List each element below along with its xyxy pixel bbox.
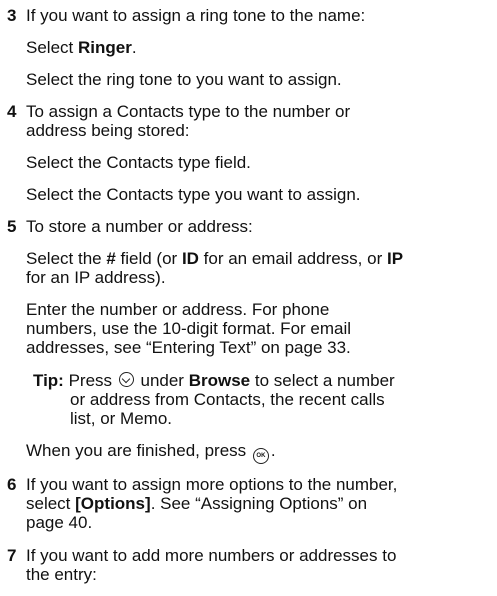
- instruction-line: for an IP address).: [26, 268, 166, 287]
- instruction-line: Select the Contacts type field.: [26, 153, 251, 172]
- step-number: 6: [7, 475, 17, 494]
- step-number: 3: [7, 6, 17, 25]
- tip-line: or address from Contacts, the recent cal…: [70, 390, 385, 409]
- step-text: To store a number or address:: [26, 217, 253, 236]
- instruction-line: addresses, see “Entering Text” on page 3…: [26, 338, 351, 357]
- left-softkey-icon: [118, 372, 134, 387]
- step-text: the entry:: [26, 565, 97, 584]
- instruction-line: Select the # field (or ID for an email a…: [26, 249, 404, 268]
- instruction-line: Select the Contacts type you want to ass…: [26, 185, 361, 204]
- tip-line: list, or Memo.: [70, 409, 173, 428]
- step-number: 4: [7, 102, 17, 121]
- instruction-line: Select Ringer.: [26, 38, 137, 57]
- instruction-line: Select the ring tone to you want to assi…: [26, 70, 342, 89]
- instruction-line: Enter the number or address. For phone: [26, 300, 330, 319]
- step-text: If you want to add more numbers or addre…: [26, 546, 397, 565]
- instruction-line: numbers, use the 10-digit format. For em…: [26, 319, 352, 338]
- ok-key-icon: OK: [252, 448, 269, 464]
- tip-line: Tip: Press under Browse to select a numb…: [33, 371, 395, 390]
- instruction-line: When you are finished, press OK.: [26, 440, 276, 464]
- manual-page: 3 If you want to assign a ring tone to t…: [0, 0, 497, 596]
- step-text: To assign a Contacts type to the number …: [26, 102, 351, 121]
- tip-label: Tip:: [33, 371, 64, 390]
- step-text: address being stored:: [26, 121, 190, 140]
- step-text: If you want to assign more options to th…: [26, 475, 398, 494]
- step-text: page 40.: [26, 513, 93, 532]
- step-text: If you want to assign a ring tone to the…: [26, 6, 366, 25]
- step-number: 7: [7, 546, 17, 565]
- step-number: 5: [7, 217, 17, 236]
- step-text: select [Options]. See “Assigning Options…: [26, 494, 368, 513]
